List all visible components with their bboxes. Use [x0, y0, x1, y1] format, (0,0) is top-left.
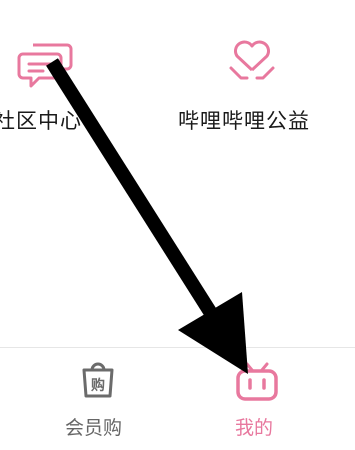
cutoff-top-row — [0, 0, 355, 2]
grid-item-label-bilibili-charity: 哔哩哔哩公益 — [178, 109, 310, 133]
grid-item-label-community-center: 社区中心 — [0, 109, 82, 133]
tab-mine-label: 我的 — [235, 417, 274, 439]
tv-face-icon — [235, 362, 279, 402]
tab-member-shop[interactable]: 购 会员购 — [40, 350, 160, 450]
grid-item-bilibili-charity[interactable]: 哔哩哔哩公益 — [170, 38, 340, 138]
svg-text:购: 购 — [91, 377, 105, 394]
shopping-bag-icon: 购 — [78, 360, 118, 400]
heart-hands-icon — [227, 40, 277, 86]
grid-item-community-center[interactable]: 社区中心 — [0, 38, 120, 138]
chat-bubbles-icon — [17, 42, 73, 90]
tab-member-shop-label: 会员购 — [65, 417, 123, 439]
tab-mine[interactable]: 我的 — [210, 350, 310, 450]
tabbar-divider — [0, 347, 355, 348]
